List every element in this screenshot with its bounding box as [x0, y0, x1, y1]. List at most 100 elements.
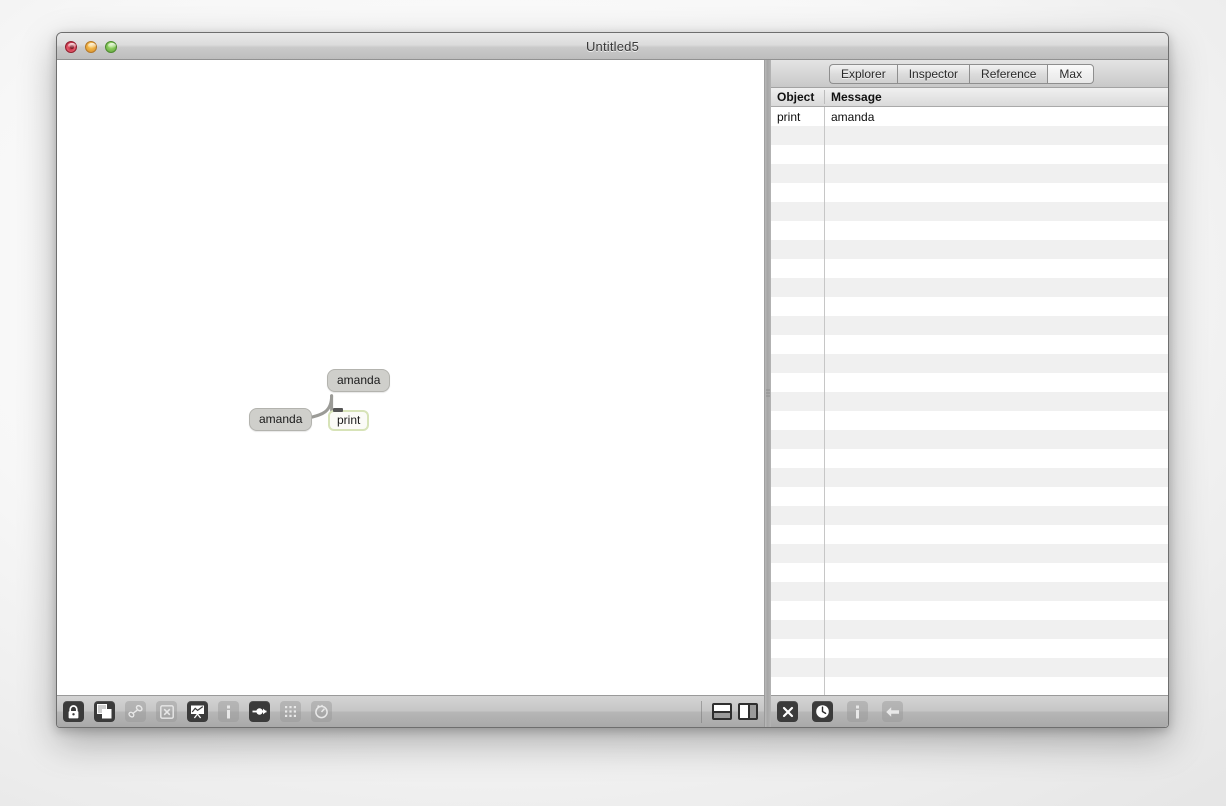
lock-unlock-button[interactable]: [63, 701, 84, 722]
console-row[interactable]: [771, 297, 1168, 316]
console-table-header: Object Message: [771, 88, 1168, 107]
grid-icon: [285, 706, 296, 717]
console-row[interactable]: [771, 316, 1168, 335]
console-cell-message: [824, 354, 1168, 373]
console-row[interactable]: [771, 126, 1168, 145]
scope-view-button[interactable]: [187, 701, 208, 722]
console-row[interactable]: [771, 145, 1168, 164]
message-box-label: amanda: [259, 412, 303, 426]
tab-reference[interactable]: Reference: [969, 63, 1048, 84]
console-cell-message: [824, 373, 1168, 392]
message-box-amanda-left[interactable]: amanda: [249, 408, 313, 431]
tab-explorer[interactable]: Explorer: [829, 63, 897, 84]
console-toolbar: [771, 695, 1168, 727]
tab-max[interactable]: Max: [1047, 63, 1095, 84]
snap-to-object-button[interactable]: [249, 701, 270, 722]
console-cell-message: [824, 525, 1168, 544]
console-cell-message: [824, 582, 1168, 601]
console-row[interactable]: [771, 658, 1168, 677]
console-cell-message: [824, 411, 1168, 430]
column-header-object[interactable]: Object: [771, 90, 824, 104]
console-row[interactable]: [771, 240, 1168, 259]
console-row[interactable]: [771, 601, 1168, 620]
tab-label: Inspector: [908, 66, 959, 81]
console-row[interactable]: [771, 221, 1168, 240]
clear-console-button[interactable]: [777, 701, 798, 722]
console-row[interactable]: [771, 392, 1168, 411]
console-row[interactable]: [771, 506, 1168, 525]
console-cell-message: [824, 392, 1168, 411]
console-cell-message: [824, 658, 1168, 677]
layers-icon: [97, 704, 112, 719]
console-row[interactable]: [771, 468, 1168, 487]
tab-inspector[interactable]: Inspector: [896, 63, 970, 84]
console-row[interactable]: [771, 164, 1168, 183]
presentation-mode-button[interactable]: [94, 701, 115, 722]
zoom-button[interactable]: [105, 40, 117, 53]
patcher-toolbar: [57, 695, 765, 727]
console-row[interactable]: [771, 259, 1168, 278]
console-cell-message: [824, 449, 1168, 468]
console-row[interactable]: [771, 430, 1168, 449]
console-cell-message: [824, 677, 1168, 695]
console-row[interactable]: [771, 449, 1168, 468]
tab-label: Max: [1059, 66, 1083, 81]
console-row[interactable]: [771, 525, 1168, 544]
patcher-canvas[interactable]: amanda amanda print: [57, 60, 765, 695]
inspector-info-button[interactable]: [218, 701, 239, 722]
console-row[interactable]: [771, 582, 1168, 601]
console-cell-message: [824, 297, 1168, 316]
console-cell-message: amanda: [824, 107, 1168, 126]
panel-toggle-group: [701, 700, 758, 723]
column-header-message[interactable]: Message: [824, 90, 1168, 104]
delete-object-button[interactable]: [156, 701, 177, 722]
console-row[interactable]: [771, 620, 1168, 639]
show-timestamps-button[interactable]: [812, 701, 833, 722]
console-row[interactable]: [771, 183, 1168, 202]
sidebar-pane: Explorer Inspector Reference Max Object …: [771, 60, 1168, 727]
patch-cords: [273, 394, 334, 426]
console-row[interactable]: [771, 544, 1168, 563]
console-row[interactable]: [771, 202, 1168, 221]
object-box-print[interactable]: print: [328, 408, 370, 431]
sidebar-tabbar: Explorer Inspector Reference Max: [771, 60, 1168, 88]
info-icon: [227, 705, 230, 718]
console-cell-message: [824, 620, 1168, 639]
console-cell-message: [824, 126, 1168, 145]
console-cell-message: [824, 468, 1168, 487]
console-cell-message: [824, 145, 1168, 164]
console-cell-message: [824, 639, 1168, 658]
grid-button[interactable]: [280, 701, 301, 722]
console-row[interactable]: [771, 373, 1168, 392]
console-row[interactable]: [771, 563, 1168, 582]
console-row[interactable]: [771, 354, 1168, 373]
console-row[interactable]: [771, 335, 1168, 354]
console-row[interactable]: [771, 487, 1168, 506]
console-row[interactable]: [771, 677, 1168, 695]
window-body: amanda amanda print Explorer Inspector R…: [57, 60, 1168, 727]
add-object-button[interactable]: [125, 701, 146, 722]
debug-button[interactable]: [311, 701, 332, 722]
show-object-button[interactable]: [882, 701, 903, 722]
message-box-amanda-top[interactable]: amanda: [327, 369, 391, 392]
console-row[interactable]: [771, 639, 1168, 658]
console-row[interactable]: [771, 411, 1168, 430]
console-cell-message: [824, 430, 1168, 449]
minimize-button[interactable]: [85, 40, 97, 53]
console-cell-message: [824, 335, 1168, 354]
console-table-body[interactable]: print amanda: [771, 107, 1168, 695]
console-row[interactable]: [771, 278, 1168, 297]
tab-label: Explorer: [841, 66, 886, 81]
console-cell-message: [824, 544, 1168, 563]
console-cell-message: [824, 183, 1168, 202]
toggle-side-panel-button[interactable]: [738, 703, 758, 720]
console-info-button[interactable]: [847, 701, 868, 722]
snap-icon: [252, 708, 267, 715]
info-icon: [856, 705, 859, 718]
object-inlet[interactable]: [333, 408, 343, 412]
application-window: Untitled5 amanda amanda print Explorer I…: [56, 32, 1169, 728]
close-button[interactable]: [65, 40, 77, 53]
console-cell-message: [824, 506, 1168, 525]
toggle-bottom-panel-button[interactable]: [712, 703, 732, 720]
console-row[interactable]: print amanda: [771, 107, 1168, 126]
